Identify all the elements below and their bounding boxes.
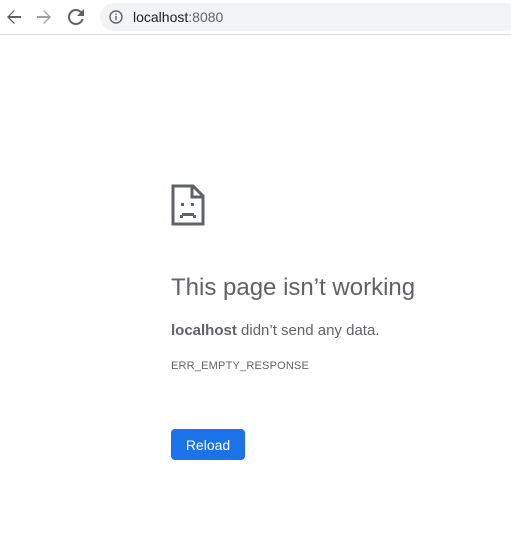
back-button[interactable]	[2, 5, 26, 29]
info-icon[interactable]	[109, 10, 123, 24]
forward-button[interactable]	[32, 5, 56, 29]
error-message: localhost didn’t send any data.	[171, 322, 379, 340]
arrow-right-icon	[36, 9, 52, 25]
url-text[interactable]: localhost:8080	[133, 9, 223, 25]
error-host: localhost	[171, 322, 237, 339]
reload-button[interactable]: Reload	[171, 429, 245, 460]
reload-nav-button[interactable]	[64, 5, 88, 29]
sad-document-icon	[171, 184, 205, 226]
refresh-icon	[68, 9, 84, 25]
error-code: ERR_EMPTY_RESPONSE	[171, 360, 310, 372]
url-port: :8080	[188, 9, 224, 25]
address-bar[interactable]: localhost:8080	[100, 3, 511, 31]
arrow-left-icon	[6, 9, 22, 25]
browser-toolbar: localhost:8080	[0, 0, 511, 35]
error-heading: This page isn’t working	[171, 274, 416, 301]
error-message-text: didn’t send any data.	[236, 322, 380, 339]
url-host: localhost	[133, 9, 189, 25]
error-content: This page isn’t working localhost didn’t…	[171, 184, 501, 460]
